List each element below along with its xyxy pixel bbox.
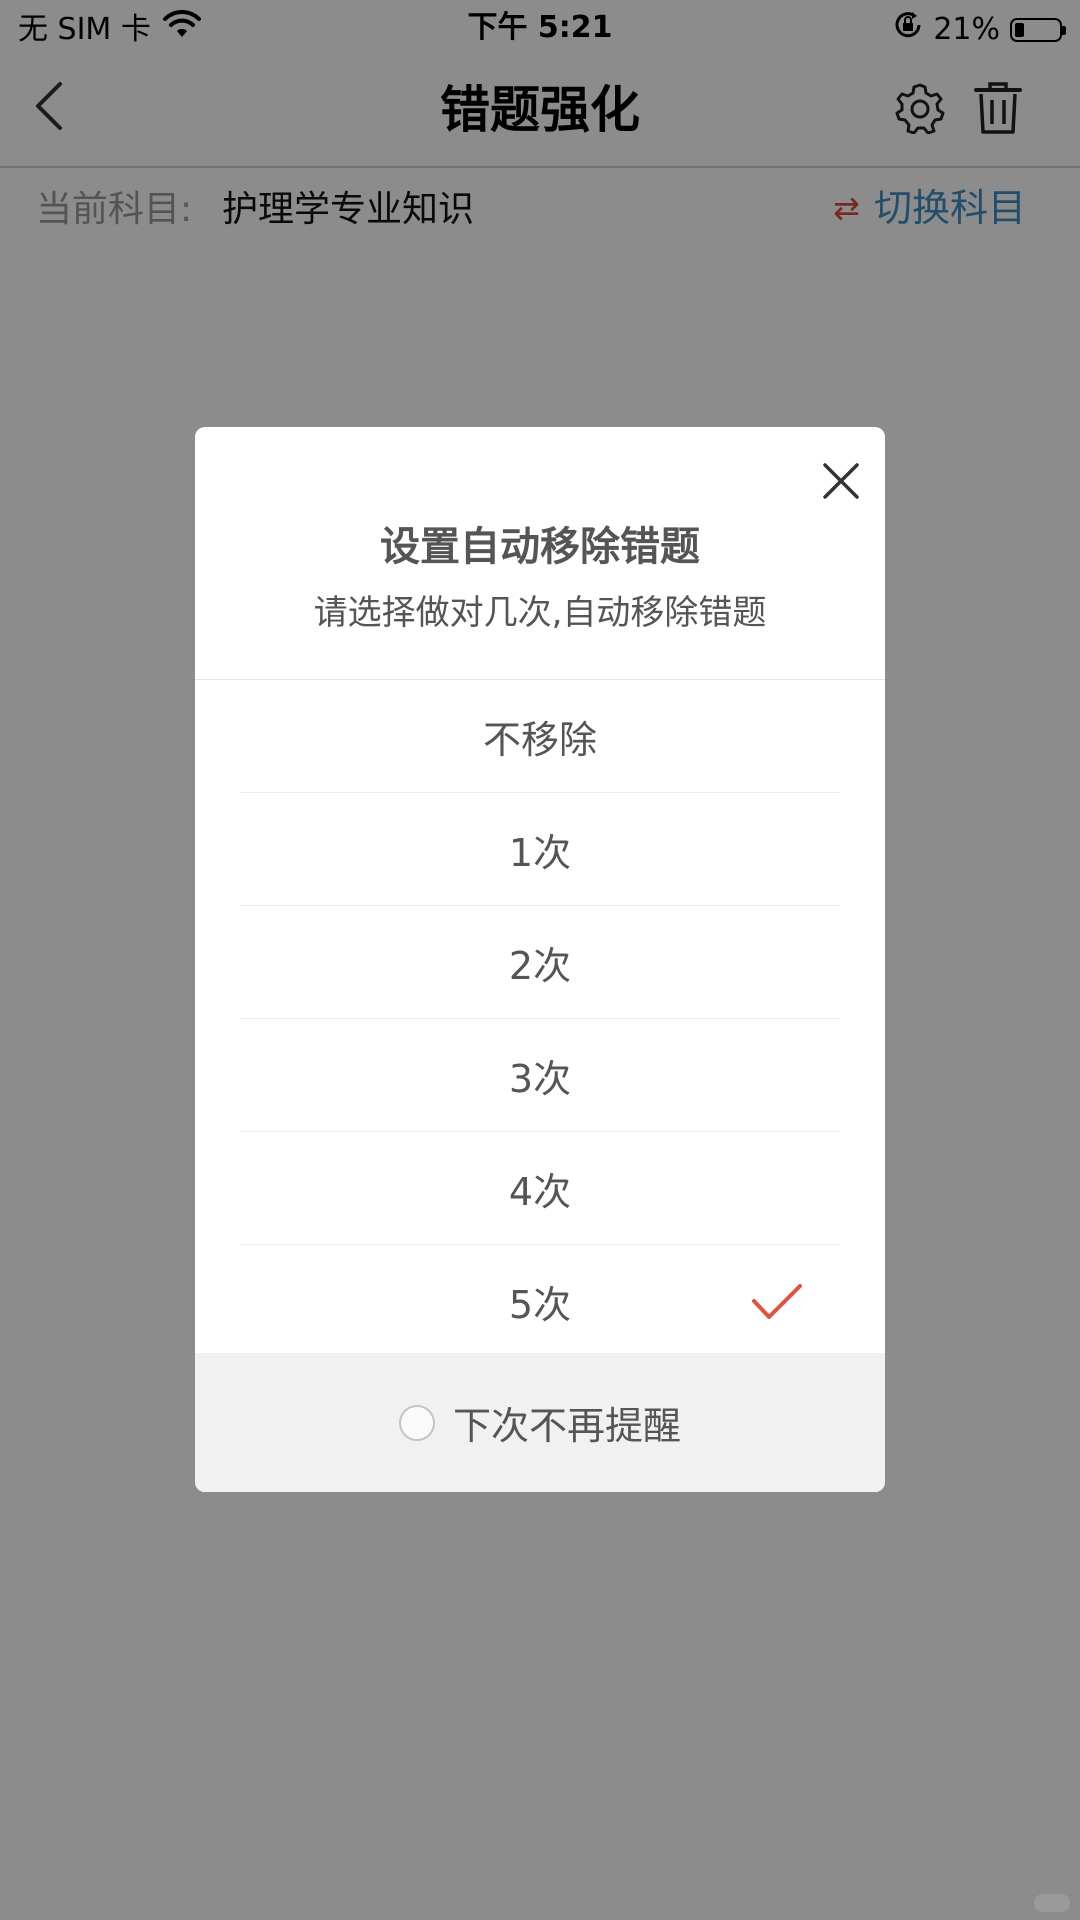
option-label: 3次 bbox=[508, 1056, 572, 1101]
option-item[interactable]: 不移除 bbox=[239, 680, 841, 793]
option-item[interactable]: 4次 bbox=[239, 1132, 841, 1245]
dialog-subtitle: 请选择做对几次,自动移除错题 bbox=[313, 593, 767, 633]
dont-remind-row[interactable]: 下次不再提醒 bbox=[195, 1353, 885, 1492]
close-icon[interactable] bbox=[817, 457, 865, 505]
radio-icon[interactable] bbox=[398, 1404, 435, 1441]
checkmark-icon bbox=[751, 1283, 803, 1321]
option-label: 1次 bbox=[508, 830, 572, 875]
auto-remove-dialog: 设置自动移除错题 请选择做对几次,自动移除错题 不移除 1次 2次 3次 4次 … bbox=[195, 427, 885, 1492]
option-label: 5次 bbox=[508, 1282, 572, 1327]
watermark bbox=[1034, 1894, 1070, 1912]
option-label: 2次 bbox=[508, 943, 572, 988]
option-item-selected[interactable]: 5次 bbox=[239, 1245, 841, 1357]
option-label: 不移除 bbox=[482, 717, 597, 762]
option-item[interactable]: 3次 bbox=[239, 1019, 841, 1132]
option-list: 不移除 1次 2次 3次 4次 5次 bbox=[195, 680, 885, 1357]
dialog-title: 设置自动移除错题 bbox=[380, 524, 700, 570]
option-item[interactable]: 2次 bbox=[239, 906, 841, 1019]
dialog-header: 设置自动移除错题 请选择做对几次,自动移除错题 bbox=[195, 427, 885, 680]
dont-remind-label: 下次不再提醒 bbox=[452, 1404, 681, 1448]
option-label: 4次 bbox=[508, 1169, 572, 1214]
option-item[interactable]: 1次 bbox=[239, 793, 841, 906]
